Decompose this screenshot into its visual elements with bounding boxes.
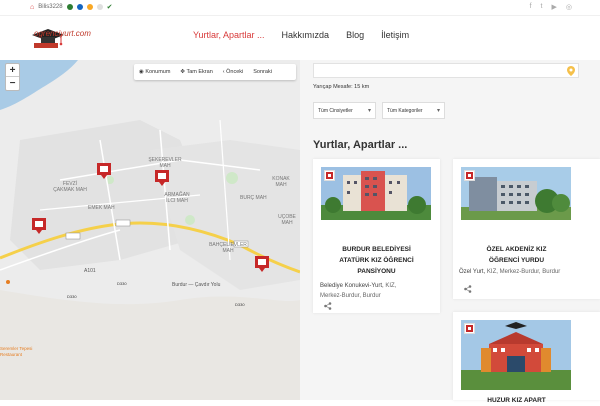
- nav-iletisim[interactable]: İletişim: [381, 30, 409, 40]
- zoom-out-button[interactable]: −: [6, 77, 19, 90]
- nav-blog[interactable]: Blog: [346, 30, 364, 40]
- nav-yurtlar[interactable]: Yurtlar, Apartlar ...: [193, 30, 265, 40]
- category-badge-icon: [464, 170, 475, 181]
- map-panel[interactable]: ŞEKEREVLER MAH FEVZİ ÇAKMAK MAH EMEK MAH…: [0, 60, 300, 400]
- map-label: ARMAĞAN İLCI MAH: [164, 192, 190, 204]
- main-nav: Yurtlar, Apartlar ... Hakkımızda Blog İl…: [193, 30, 409, 40]
- map-label: ŞEKEREVLER MAH: [148, 157, 182, 169]
- listing-meta: Özel Yurt, KIZ, Merkez-Burdur, Burdur: [459, 269, 561, 275]
- listing-meta: Belediye Konukevi-Yurt, KIZ, Merkez-Burd…: [320, 281, 435, 301]
- category-select[interactable]: Tüm Kategoriler ▾: [382, 102, 445, 119]
- youtube-icon[interactable]: ▶: [552, 3, 557, 11]
- category-badge-icon: [324, 170, 335, 181]
- map-label: UÇOBE MAH: [278, 214, 296, 226]
- next-button[interactable]: Sonraki: [253, 69, 272, 75]
- listing-photo[interactable]: [461, 167, 571, 220]
- previous-button[interactable]: ‹ Önceki: [223, 69, 244, 75]
- listing-card[interactable]: ÖZEL AKDENİZ KIZ ÖĞRENCİ YURDU Özel Yurt…: [453, 159, 600, 299]
- map-pin-icon[interactable]: [567, 66, 575, 76]
- check-icon[interactable]: ✔: [107, 3, 113, 11]
- map-label: BAHÇELİEVLER MAH: [209, 242, 247, 254]
- social-links: f t ▶ ◎: [530, 3, 572, 11]
- location-search-input[interactable]: [313, 63, 579, 78]
- listing-title[interactable]: HUZUR KIZ APART: [458, 395, 575, 406]
- top-contact: ⌂ Bilis3228 ✔: [30, 3, 113, 12]
- listing-title[interactable]: ÖZEL AKDENİZ KIZ ÖĞRENCİ YURDU: [458, 244, 575, 266]
- map-label: D330: [117, 281, 127, 286]
- twitter-icon[interactable]: t: [541, 3, 543, 11]
- listing-photo[interactable]: [461, 320, 571, 390]
- chevron-down-icon: ▾: [367, 108, 371, 114]
- section-title: Yurtlar, Apartlar ...: [313, 139, 408, 151]
- logo-text[interactable]: ogrenciyurt.com: [34, 29, 91, 38]
- instagram-icon[interactable]: ◎: [566, 3, 572, 11]
- top-bar: ⌂ Bilis3228 ✔ f t ▶ ◎: [0, 0, 600, 16]
- fullscreen-button[interactable]: ✥ Tam Ekran: [180, 69, 212, 75]
- location-link[interactable]: KIZ, Merkez-Burdur, Burdur: [485, 269, 560, 275]
- map-zoom-control: + −: [5, 63, 20, 91]
- map-label: D330: [67, 294, 77, 299]
- nav-hakkimizda[interactable]: Hakkımızda: [282, 30, 330, 40]
- telegram-icon[interactable]: [76, 4, 83, 10]
- map-label: Burdur — Çavdır Yolu: [172, 282, 221, 288]
- home-icon: ⌂: [30, 3, 35, 11]
- locate-button[interactable]: ◉ Konumum: [139, 69, 170, 75]
- chevron-down-icon: ▾: [436, 108, 440, 114]
- location-link[interactable]: Merkez-Burdur, Burdur: [320, 291, 435, 301]
- map-toolbar: ◉ Konumum ✥ Tam Ekran ‹ Önceki Sonraki: [134, 64, 296, 80]
- listing-title[interactable]: BURDUR BELEDİYESİ ATATÜRK KIZ ÖĞRENCİ PA…: [318, 244, 435, 277]
- chevron-left-icon: ‹: [222, 69, 225, 75]
- map-label: BURÇ MAH: [240, 195, 267, 201]
- info-icon[interactable]: [96, 4, 103, 10]
- map-canvas[interactable]: [0, 60, 300, 400]
- map-label: KONAK MAH: [272, 176, 290, 188]
- listing-photo[interactable]: [321, 167, 431, 220]
- phone-text: Bilis3228: [38, 4, 63, 10]
- expand-icon: ✥: [180, 69, 186, 75]
- facebook-icon[interactable]: f: [530, 3, 532, 11]
- share-icon[interactable]: [464, 285, 472, 293]
- category-link[interactable]: KIZ,: [384, 283, 396, 289]
- category-badge-icon: [464, 323, 475, 334]
- listing-card[interactable]: HUZUR KIZ APART: [453, 312, 600, 404]
- gender-select[interactable]: Tüm Cinsiyetler ▾: [313, 102, 376, 119]
- listing-panel: Yarıçap Mesafe: 15 km Tüm Cinsiyetler ▾ …: [300, 60, 600, 404]
- share-icon[interactable]: [324, 302, 332, 310]
- badge-icon[interactable]: [86, 4, 93, 10]
- map-label: EMEK MAH: [88, 205, 115, 211]
- map-label: FEVZİ ÇAKMAK MAH: [53, 181, 87, 193]
- radius-label[interactable]: Yarıçap Mesafe: 15 km: [313, 84, 369, 90]
- zoom-in-button[interactable]: +: [6, 64, 19, 77]
- location-icon: ◉: [139, 69, 144, 75]
- map-label: D330: [235, 302, 245, 307]
- listing-card[interactable]: BURDUR BELEDİYESİ ATATÜRK KIZ ÖĞRENCİ PA…: [313, 159, 440, 313]
- map-label: Seremler Tepesi Restaurant: [0, 346, 33, 357]
- whatsapp-icon[interactable]: [66, 4, 73, 10]
- map-label: A101: [84, 268, 96, 274]
